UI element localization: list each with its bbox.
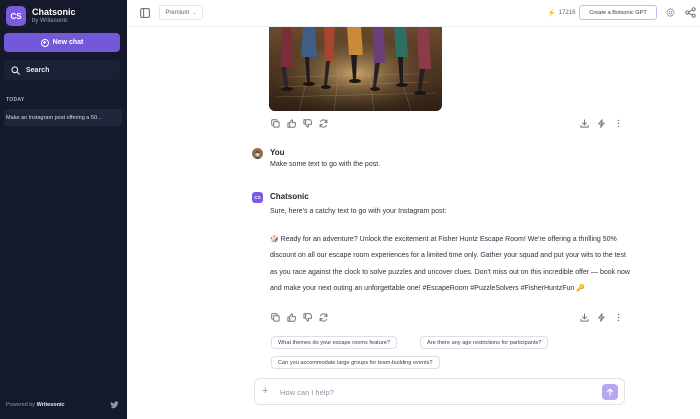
bot-name: Chatsonic — [270, 192, 309, 201]
regenerate-icon[interactable] — [318, 118, 329, 129]
sidebar-toggle-icon[interactable] — [140, 8, 150, 18]
section-today-heading: TODAY — [6, 97, 25, 103]
model-select-value: Premium — [165, 9, 190, 16]
suggestion-chip[interactable]: What themes do your escape rooms feature… — [271, 336, 397, 349]
brand-name: Chatsonic — [32, 7, 76, 18]
download-icon[interactable] — [579, 118, 590, 129]
user-name: You — [270, 148, 285, 157]
flash-icon[interactable] — [596, 118, 607, 129]
create-botsonic-button[interactable]: Create a Botsonic GPT — [579, 5, 657, 20]
regenerate-icon[interactable] — [318, 312, 329, 323]
more-icon[interactable] — [613, 312, 624, 323]
search-label: Search — [26, 66, 50, 74]
brand-logo: CS — [6, 6, 26, 26]
powered-by-label: Powered by — [6, 402, 36, 408]
sidebar: CS Chatsonic by Writesonic New chat Sear… — [0, 0, 127, 419]
bot-intro-text: Sure, here's a catchy text to go with yo… — [270, 208, 447, 215]
model-select[interactable]: Premium ⌄ — [159, 5, 203, 20]
bot-avatar: CS — [252, 192, 263, 203]
thumbs-down-icon[interactable] — [302, 118, 313, 129]
plus-circle-icon — [40, 38, 49, 47]
sidebar-search-button[interactable]: Search — [4, 60, 120, 80]
copy-icon[interactable] — [270, 118, 281, 129]
message-composer: + — [254, 378, 625, 405]
image-action-bar — [270, 118, 334, 129]
suggestion-chip[interactable]: Are there any age restrictions for parti… — [420, 336, 549, 349]
bot-response-text: 🎲 Ready for an adventure? Unlock the exc… — [270, 236, 630, 292]
new-chat-label: New chat — [52, 39, 84, 46]
send-button[interactable] — [602, 384, 618, 400]
flash-icon[interactable] — [596, 312, 607, 323]
thumbs-up-icon[interactable] — [286, 312, 297, 323]
credits-value: 17216 — [558, 10, 576, 16]
brand-subtitle: by Writesonic — [32, 17, 68, 24]
powered-by-brand: Writesonic — [36, 402, 65, 408]
download-icon[interactable] — [579, 312, 590, 323]
thumbs-up-icon[interactable] — [286, 118, 297, 129]
suggestion-chip[interactable]: Can you accommodate large groups for tea… — [271, 356, 440, 369]
thumbs-down-icon[interactable] — [302, 312, 313, 323]
gear-icon[interactable] — [665, 7, 676, 18]
history-item[interactable]: Make an Instagram post offering a 50... — [4, 109, 122, 126]
top-bar: Premium ⌄ ⚡ 17216 Create a Botsonic GPT — [127, 0, 700, 27]
copy-icon[interactable] — [270, 312, 281, 323]
brand[interactable]: CS Chatsonic by Writesonic — [6, 6, 76, 26]
share-icon[interactable] — [685, 7, 696, 18]
more-icon[interactable] — [613, 118, 624, 129]
image-action-bar-right — [573, 118, 624, 129]
send-icon — [606, 388, 614, 396]
generated-instagram-image[interactable] — [269, 27, 442, 111]
search-icon — [11, 65, 20, 75]
credits-counter: ⚡ 17216 — [547, 9, 575, 17]
avatar — [252, 148, 263, 159]
powered-by: Powered by Writesonic — [6, 402, 65, 408]
bolt-icon: ⚡ — [547, 10, 556, 17]
plus-icon[interactable]: + — [262, 386, 268, 397]
response-action-bar-right — [573, 312, 624, 323]
twitter-icon[interactable] — [110, 401, 119, 409]
chevron-down-icon: ⌄ — [192, 9, 197, 16]
message-input[interactable] — [280, 386, 580, 399]
user-message-text: Make some text to go with the post. — [270, 161, 381, 168]
new-chat-button[interactable]: New chat — [4, 33, 120, 52]
escape-room-illustration — [269, 27, 442, 111]
response-action-bar — [270, 312, 334, 323]
